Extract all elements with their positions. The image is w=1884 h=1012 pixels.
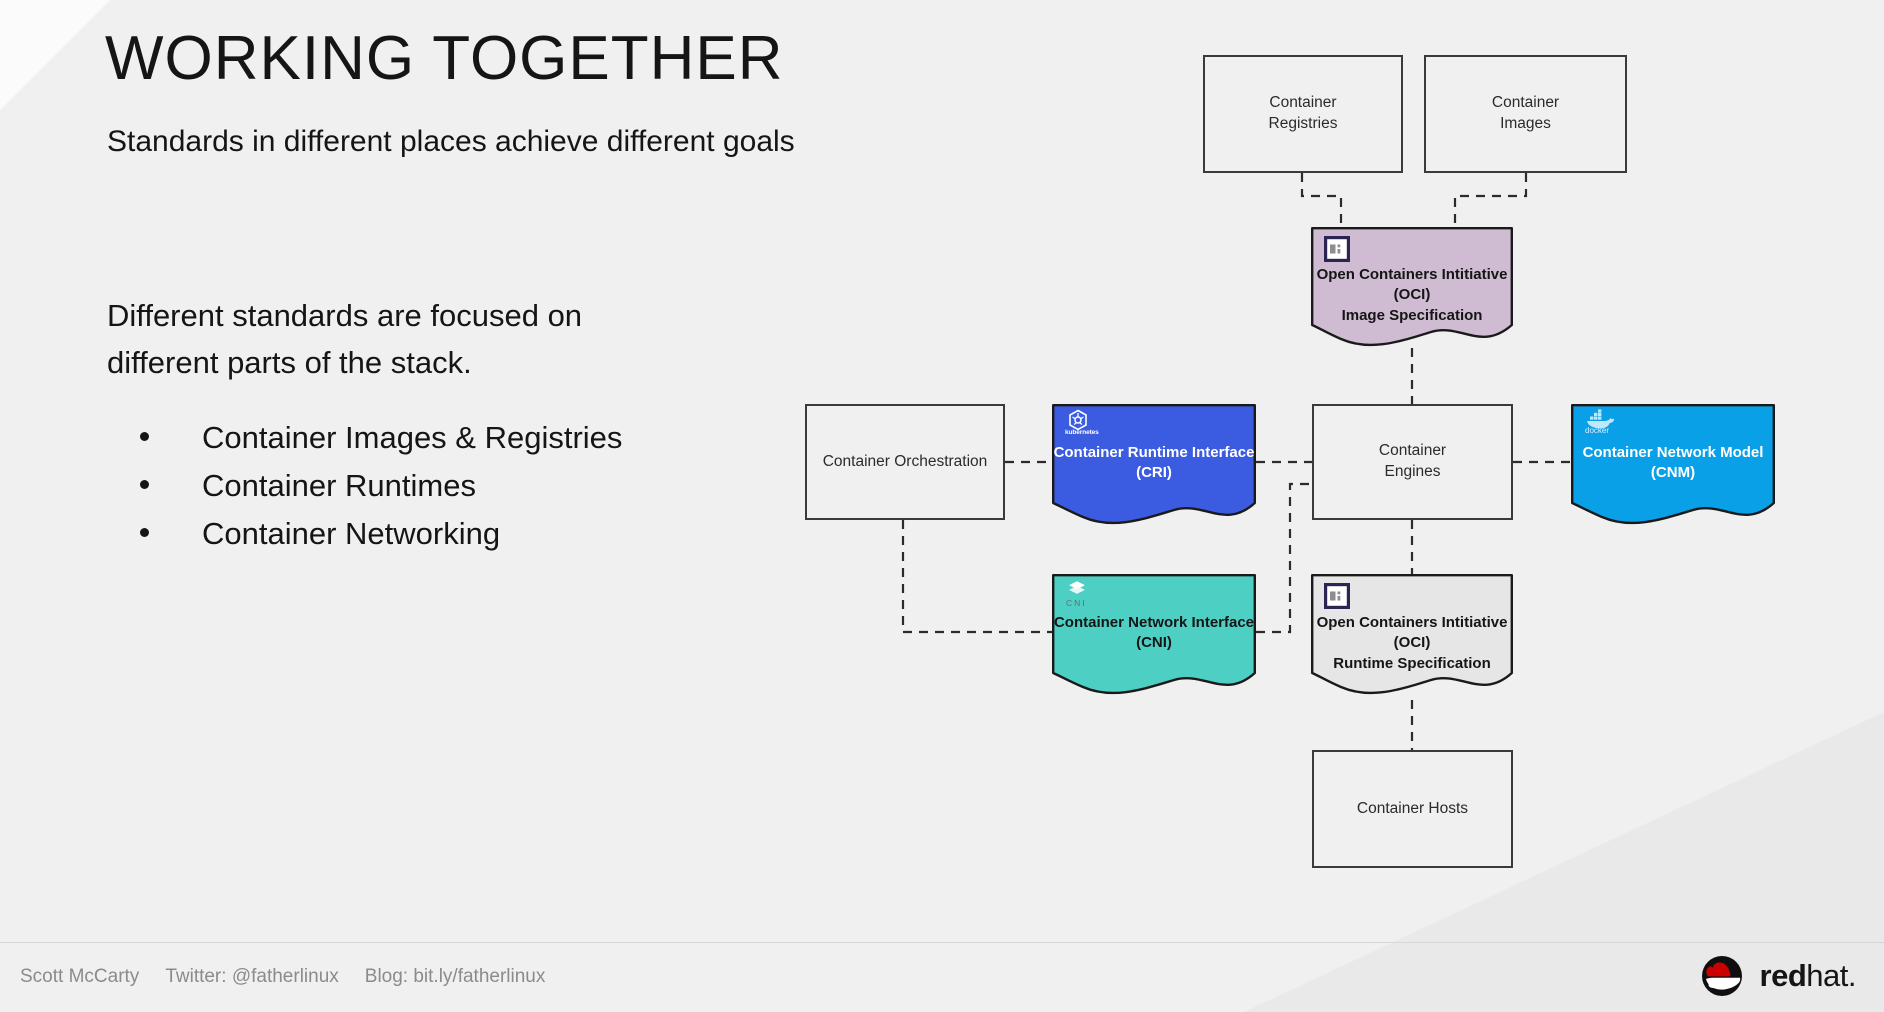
docker-logo-caption: docker <box>1585 426 1610 435</box>
lead-paragraph: Different standards are focused on diffe… <box>107 292 582 386</box>
docker-logo-icon <box>1585 409 1615 434</box>
connector-orchestration-to-cni <box>901 520 1052 634</box>
oci-logo-icon <box>1323 582 1351 614</box>
lead-line-1: Different standards are focused on <box>107 298 583 333</box>
container-registries-box[interactable]: Container Registries <box>1203 55 1403 173</box>
footer-twitter: Twitter: @fatherlinux <box>165 966 339 987</box>
oci-runtime-specification-box[interactable]: Open Containers Intitiative (OCI) Runtime… <box>1311 574 1513 698</box>
footer: Scott McCarty Twitter: @fatherlinux Blog… <box>20 966 545 988</box>
bullet-list: Container Images & Registries Container … <box>140 420 840 564</box>
lead-line-2: different parts of the stack. <box>107 345 472 381</box>
page-title: WORKING TOGETHER <box>105 24 784 93</box>
container-network-interface-box[interactable]: CNI Container Network Interface (CNI) <box>1052 574 1256 698</box>
oci-image-specification-box[interactable]: Open Containers Intitiative (OCI) Image S… <box>1311 227 1513 349</box>
cni-logo-caption: CNI <box>1066 598 1087 608</box>
kubernetes-logo-caption: kubernetes <box>1065 429 1099 436</box>
footer-author: Scott McCarty <box>20 966 140 987</box>
redhat-shadowman-icon <box>1701 956 1742 996</box>
footer-divider <box>0 942 1884 943</box>
connector-images-to-oci-image <box>1453 173 1528 228</box>
container-orchestration-label: Container Orchestration <box>822 452 988 470</box>
redhat-wordmark-light: hat. <box>1806 958 1856 993</box>
container-engines-box[interactable]: Container Engines <box>1312 404 1513 520</box>
list-item: Container Runtimes <box>140 468 840 504</box>
container-network-interface-label: Container Network Interface (CNI) <box>1053 614 1255 652</box>
container-engines-label: Container Engines <box>1378 442 1447 480</box>
container-hosts-label: Container Hosts <box>1356 799 1469 817</box>
kubernetes-logo-icon <box>1067 409 1089 436</box>
oci-runtime-specification-label: Open Containers Intitiative (OCI) Runtime… <box>1316 614 1508 672</box>
redhat-wordmark-bold: red <box>1759 958 1807 993</box>
container-network-model-box[interactable]: docker Container Network Model (CNM) <box>1571 404 1775 528</box>
bullet-dot-icon <box>140 432 149 441</box>
list-item: Container Networking <box>140 516 840 552</box>
oci-logo-icon <box>1323 235 1351 267</box>
page-subtitle: Standards in different places achieve di… <box>107 125 795 158</box>
bullet-label: Container Images & Registries <box>202 420 623 455</box>
bullet-dot-icon <box>140 480 149 489</box>
container-network-model-label: Container Network Model (CNM) <box>1582 444 1764 482</box>
connector-registries-to-oci-image <box>1300 173 1343 228</box>
redhat-wordmark: redhat. <box>1759 958 1857 994</box>
container-registries-label: Container Registries <box>1268 94 1338 132</box>
container-hosts-box[interactable]: Container Hosts <box>1312 750 1513 868</box>
redhat-logo: redhat. <box>1699 955 1856 997</box>
list-item: Container Images & Registries <box>140 420 840 456</box>
oci-image-specification-label: Open Containers Intitiative (OCI) Image S… <box>1316 266 1508 324</box>
container-images-label: Container Images <box>1491 94 1560 132</box>
cni-logo-icon <box>1067 580 1087 603</box>
container-images-box[interactable]: Container Images <box>1424 55 1627 173</box>
corner-diagonal-wash <box>0 0 110 110</box>
bullet-dot-icon <box>140 528 149 537</box>
connector-cni-to-engines <box>1256 482 1312 634</box>
bullet-label: Container Runtimes <box>202 468 476 503</box>
container-runtime-interface-label: Container Runtime Interface (CRI) <box>1053 444 1255 482</box>
footer-blog: Blog: bit.ly/fatherlinux <box>364 966 546 987</box>
container-runtime-interface-box[interactable]: kubernetes Container Runtime Interface (C… <box>1052 404 1256 528</box>
bullet-label: Container Networking <box>202 516 501 551</box>
